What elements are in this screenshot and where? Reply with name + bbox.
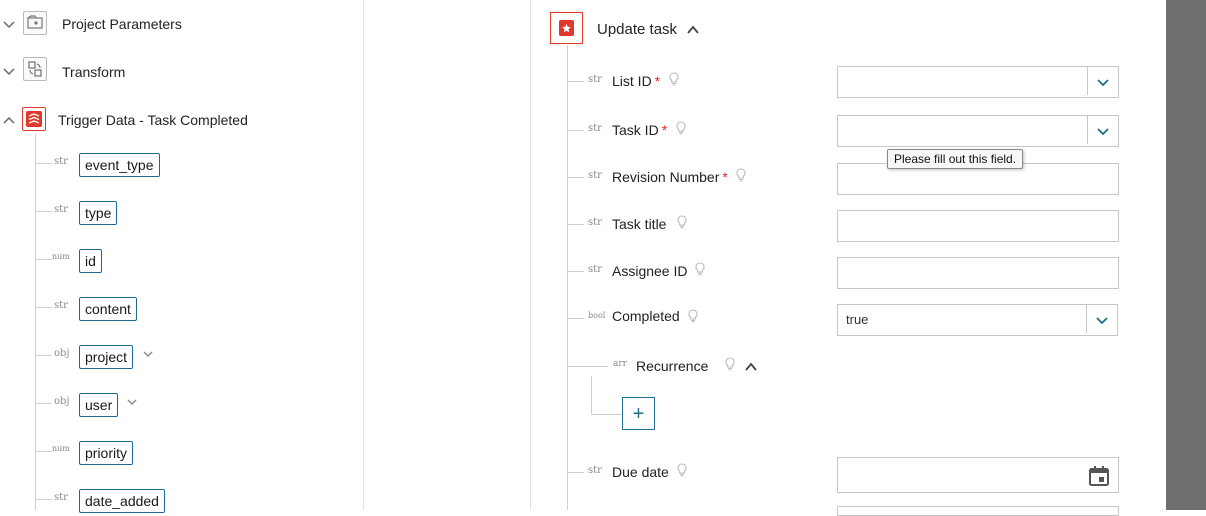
add-recurrence-button[interactable]: + bbox=[622, 397, 655, 430]
chevron-up-icon[interactable] bbox=[744, 360, 758, 374]
field-chip-project[interactable]: project bbox=[79, 345, 134, 369]
field-type-tag: str bbox=[54, 156, 68, 167]
lightbulb-icon[interactable] bbox=[677, 463, 687, 477]
panel-divider bbox=[363, 0, 364, 510]
lightbulb-icon[interactable] bbox=[695, 262, 705, 276]
chevron-down-icon bbox=[1096, 317, 1108, 325]
chevron-down-icon bbox=[1097, 79, 1109, 87]
chevron-down-icon[interactable] bbox=[2, 65, 16, 79]
dropdown-toggle[interactable] bbox=[1087, 116, 1118, 144]
chevron-down-icon bbox=[1097, 128, 1109, 136]
task-id-select[interactable] bbox=[837, 115, 1119, 147]
panel-divider bbox=[530, 0, 531, 510]
field-type-tag: str bbox=[588, 170, 602, 181]
completed-value: true bbox=[846, 312, 869, 327]
todoist-action-icon bbox=[550, 12, 583, 44]
tree-node-project-parameters[interactable]: Project Parameters bbox=[62, 16, 182, 32]
field-type-tag: str bbox=[588, 74, 602, 85]
field-type-tag: str bbox=[54, 204, 68, 215]
todoist-icon bbox=[22, 107, 46, 131]
due-date-input[interactable] bbox=[837, 457, 1119, 493]
tree-node-trigger-data[interactable]: Trigger Data - Task Completed bbox=[58, 112, 248, 128]
dropdown-toggle[interactable] bbox=[1087, 67, 1118, 95]
action-title[interactable]: Update task bbox=[597, 21, 677, 38]
field-type-tag: str bbox=[588, 217, 602, 228]
field-type-tag: bool bbox=[588, 311, 606, 320]
next-field-input[interactable] bbox=[837, 506, 1119, 516]
lightbulb-icon[interactable] bbox=[725, 357, 735, 371]
completed-select[interactable]: true bbox=[837, 304, 1118, 336]
validation-tooltip: Please fill out this field. bbox=[887, 149, 1024, 169]
field-chip-priority[interactable]: priority bbox=[79, 441, 134, 465]
assignee-id-input[interactable] bbox=[837, 257, 1119, 289]
dropdown-toggle[interactable] bbox=[1086, 305, 1117, 333]
lightbulb-icon[interactable] bbox=[669, 72, 679, 86]
field-type-tag: str bbox=[588, 465, 602, 476]
field-type-tag: str bbox=[588, 123, 602, 134]
lightbulb-icon[interactable] bbox=[736, 168, 746, 182]
field-chip-type[interactable]: type bbox=[79, 201, 118, 225]
list-id-label: List ID * bbox=[612, 73, 661, 89]
assignee-id-label: Assignee ID bbox=[612, 263, 688, 279]
field-chip-user[interactable]: user bbox=[79, 393, 119, 417]
field-type-tag: num bbox=[52, 444, 70, 453]
task-title-input[interactable] bbox=[837, 210, 1119, 242]
tree-node-transform[interactable]: Transform bbox=[62, 64, 125, 80]
field-type-tag: obj bbox=[54, 348, 70, 359]
list-id-select[interactable] bbox=[837, 66, 1119, 98]
field-chip-event-type[interactable]: event_type bbox=[79, 153, 160, 177]
field-type-tag: str bbox=[54, 492, 68, 503]
lightbulb-icon[interactable] bbox=[676, 121, 686, 135]
field-type-tag: arr bbox=[613, 359, 627, 369]
field-type-tag: obj bbox=[54, 396, 70, 407]
lightbulb-icon[interactable] bbox=[688, 309, 698, 323]
lightbulb-icon[interactable] bbox=[677, 215, 687, 229]
window-edge bbox=[1166, 0, 1206, 510]
chevron-up-icon[interactable] bbox=[2, 113, 16, 127]
field-chip-id[interactable]: id bbox=[79, 249, 102, 273]
revision-number-label: Revision Number * bbox=[612, 169, 728, 185]
chevron-down-icon[interactable] bbox=[126, 396, 138, 408]
field-type-tag: str bbox=[588, 264, 602, 275]
recurrence-label: Recurrence bbox=[636, 358, 709, 374]
transform-icon bbox=[23, 57, 47, 81]
chevron-down-icon[interactable] bbox=[142, 348, 154, 360]
due-date-label: Due date bbox=[612, 464, 669, 480]
completed-label: Completed bbox=[612, 308, 680, 324]
field-chip-content[interactable]: content bbox=[79, 297, 137, 321]
calendar-icon[interactable] bbox=[1088, 465, 1110, 487]
field-type-tag: str bbox=[54, 300, 68, 311]
chevron-up-icon[interactable] bbox=[686, 23, 700, 37]
field-type-tag: num bbox=[52, 252, 70, 261]
task-id-label: Task ID * bbox=[612, 122, 668, 138]
task-title-label: Task title bbox=[612, 216, 667, 232]
field-chip-date-added[interactable]: date_added bbox=[79, 489, 165, 513]
chevron-down-icon[interactable] bbox=[2, 18, 16, 32]
project-parameters-icon bbox=[23, 11, 47, 35]
plus-icon: + bbox=[632, 403, 645, 425]
